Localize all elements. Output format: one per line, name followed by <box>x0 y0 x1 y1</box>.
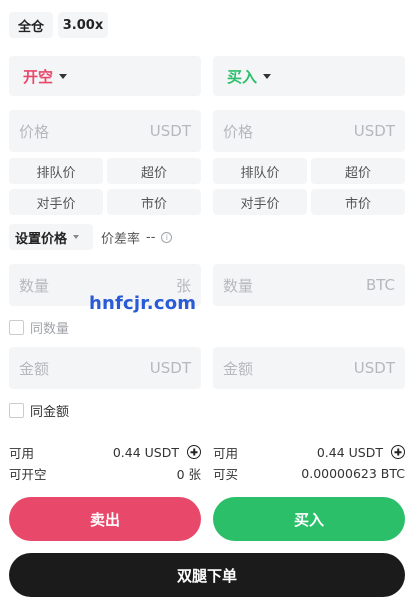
chevron-down-icon <box>263 73 272 79</box>
sell-button[interactable]: 卖出 <box>9 497 201 541</box>
right-counterparty-price-label: 对手价 <box>240 196 280 212</box>
spread-rate-label: 价差率 <box>101 231 141 247</box>
left-amount-unit: USDT <box>149 359 191 377</box>
right-available-row: 可用 0.44 USDT <box>213 443 405 461</box>
margin-mode-label: 全仓 <box>17 19 44 35</box>
left-queue-price-button[interactable]: 排队价 <box>9 158 103 184</box>
right-price-input[interactable]: 价格 USDT <box>213 110 405 152</box>
left-openable-value: 0 张 <box>176 466 201 482</box>
sell-button-label: 卖出 <box>89 510 120 529</box>
chevron-down-icon <box>59 73 68 79</box>
right-buyable-label: 可买 <box>213 466 239 482</box>
same-quantity-checkbox-row[interactable]: 同数量 <box>9 318 70 337</box>
price-setting-label: 设置价格 <box>15 231 68 247</box>
dual-leg-order-label: 双腿下单 <box>176 566 237 585</box>
right-counterparty-price-button[interactable]: 对手价 <box>213 189 307 215</box>
chevron-down-icon <box>73 235 80 239</box>
right-queue-price-button[interactable]: 排队价 <box>213 158 307 184</box>
plus-circle-icon[interactable] <box>391 445 405 459</box>
right-price-placeholder: 价格 <box>223 122 254 141</box>
watermark-text: hnfcjr.com <box>89 293 197 314</box>
buy-button-label: 买入 <box>293 510 324 529</box>
left-amount-placeholder: 金额 <box>19 359 50 378</box>
same-amount-label: 同金额 <box>30 404 70 420</box>
same-quantity-label: 同数量 <box>30 321 70 337</box>
left-price-unit: USDT <box>149 122 191 140</box>
right-qty-unit: BTC <box>365 276 395 294</box>
right-price-unit: USDT <box>353 122 395 140</box>
right-amount-placeholder: 金额 <box>223 359 254 378</box>
left-side-select[interactable]: 开空 <box>9 56 201 96</box>
right-available-label: 可用 <box>213 445 239 461</box>
right-quantity-input[interactable]: 数量 BTC <box>213 264 405 306</box>
left-over-price-button[interactable]: 超价 <box>107 158 201 184</box>
right-amount-unit: USDT <box>353 359 395 377</box>
left-price-placeholder: 价格 <box>19 122 50 141</box>
left-market-price-label: 市价 <box>140 196 167 212</box>
left-available-value: 0.44 USDT <box>112 444 179 460</box>
left-queue-price-label: 排队价 <box>36 165 76 181</box>
leverage-label: 3.00x <box>62 17 104 33</box>
right-over-price-button[interactable]: 超价 <box>311 158 405 184</box>
left-amount-input[interactable]: 金额 USDT <box>9 347 201 389</box>
spread-rate-value: -- <box>146 229 156 245</box>
left-over-price-label: 超价 <box>140 165 167 181</box>
left-available-row: 可用 0.44 USDT <box>9 443 201 461</box>
right-qty-placeholder: 数量 <box>223 276 254 295</box>
left-market-price-button[interactable]: 市价 <box>107 189 201 215</box>
dual-leg-order-button[interactable]: 双腿下单 <box>9 553 405 597</box>
same-amount-checkbox[interactable] <box>9 402 24 418</box>
right-buyable-value: 0.00000623 BTC <box>301 465 405 481</box>
buy-button[interactable]: 买入 <box>213 497 405 541</box>
same-quantity-checkbox[interactable] <box>9 319 24 335</box>
margin-mode-chip[interactable]: 全仓 <box>9 12 53 38</box>
info-icon[interactable]: i <box>161 231 173 243</box>
left-side-label: 开空 <box>23 67 54 86</box>
same-amount-checkbox-row[interactable]: 同金额 <box>9 401 70 420</box>
spread-rate: 价差率 -- i <box>101 224 173 250</box>
right-available-value: 0.44 USDT <box>316 444 383 460</box>
right-over-price-label: 超价 <box>344 165 371 181</box>
leverage-chip[interactable]: 3.00x <box>58 12 108 38</box>
right-market-price-label: 市价 <box>344 196 371 212</box>
left-openable-label: 可开空 <box>9 466 47 482</box>
right-side-select[interactable]: 买入 <box>213 56 405 96</box>
right-side-label: 买入 <box>227 67 258 86</box>
left-available-label: 可用 <box>9 445 35 461</box>
right-market-price-button[interactable]: 市价 <box>311 189 405 215</box>
price-setting-select[interactable]: 设置价格 <box>9 224 93 250</box>
left-qty-placeholder: 数量 <box>19 276 50 295</box>
plus-circle-icon[interactable] <box>187 445 201 459</box>
left-counterparty-price-label: 对手价 <box>36 196 76 212</box>
right-buyable-row: 可买 0.00000623 BTC <box>213 464 405 482</box>
left-counterparty-price-button[interactable]: 对手价 <box>9 189 103 215</box>
left-price-input[interactable]: 价格 USDT <box>9 110 201 152</box>
left-openable-row: 可开空 0 张 <box>9 464 201 482</box>
right-queue-price-label: 排队价 <box>240 165 280 181</box>
right-amount-input[interactable]: 金额 USDT <box>213 347 405 389</box>
